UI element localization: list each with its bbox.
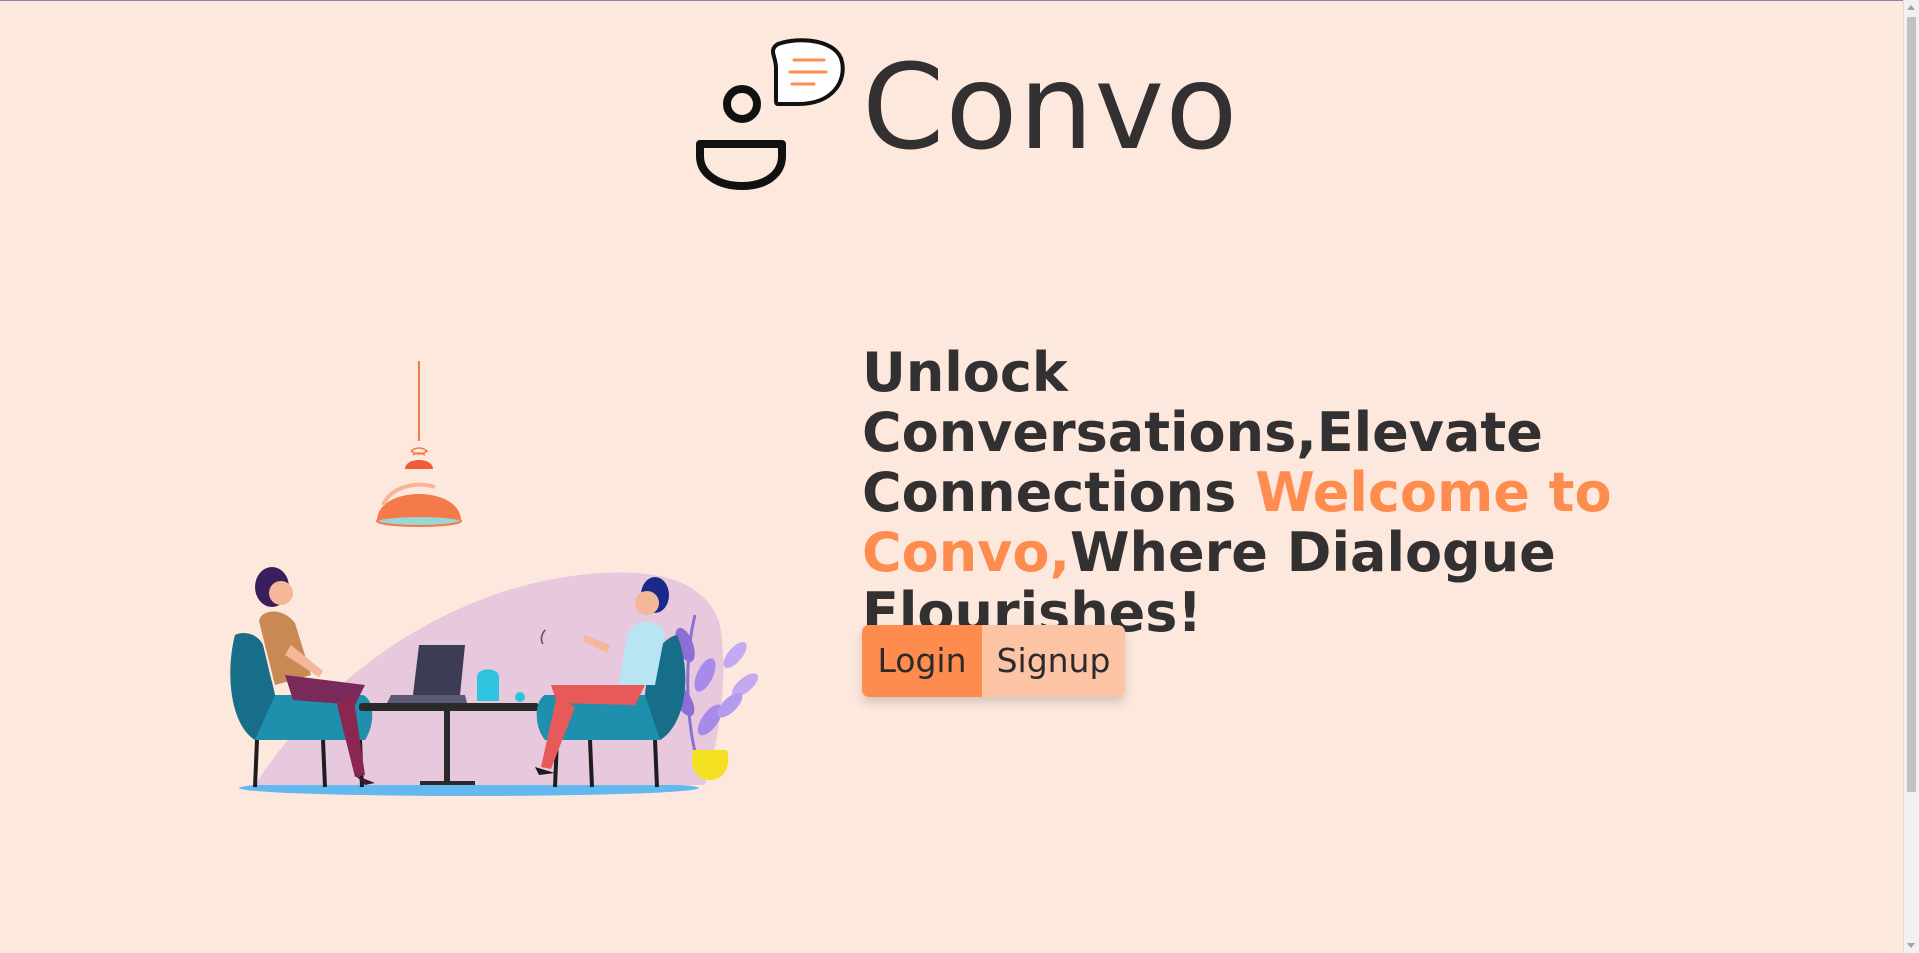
two-people-conversation-illustration [230, 361, 759, 796]
user-chat-icon [696, 38, 845, 190]
scroll-thumb[interactable] [1907, 17, 1916, 792]
login-button[interactable]: Login [862, 625, 982, 697]
scroll-down-arrow-icon[interactable] [1907, 943, 1915, 948]
auth-button-group: Login Signup [862, 625, 1125, 697]
lamp-icon [376, 361, 462, 527]
signup-button[interactable]: Signup [982, 625, 1125, 697]
brand-name: Convo [862, 38, 1239, 176]
scroll-up-arrow-icon[interactable] [1907, 5, 1915, 10]
brand-logo-group [690, 38, 860, 198]
hero-section: Unlock Conversations,Elevate Connections… [862, 343, 1762, 697]
vertical-scrollbar[interactable] [1903, 0, 1919, 953]
hero-title: Unlock Conversations,Elevate Connections… [862, 343, 1762, 643]
landing-page: Convo Unlock Conversations,Elevate Conne… [0, 0, 1904, 953]
